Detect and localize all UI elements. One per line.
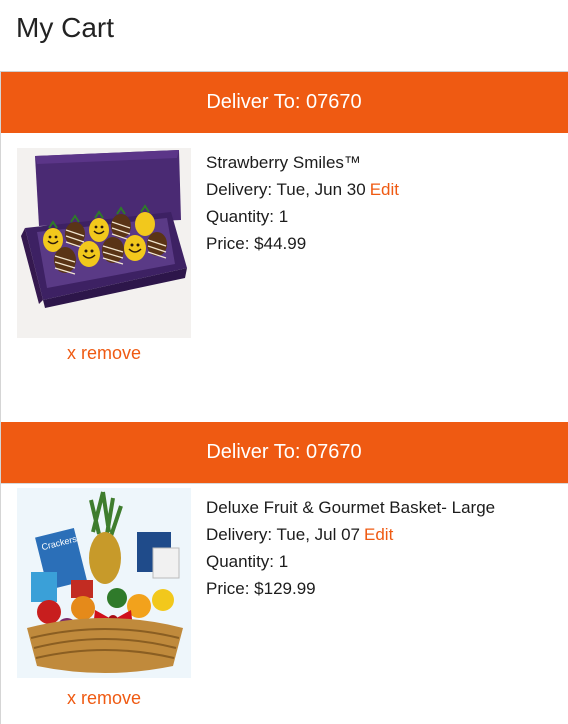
edit-delivery-link[interactable]: Edit [370,180,399,199]
cart-item: Crackers Deluxe Fruit & Gourmet Basket- … [0,484,568,717]
item-delivery: Delivery: Tue, Jul 07 Edit [206,521,495,548]
item-price: Price: $129.99 [206,579,316,598]
cart-page: My Cart Deliver To: 07670 Strawberry Smi… [0,0,568,724]
page-title: My Cart [16,12,114,43]
item-details: Deluxe Fruit & Gourmet Basket- Large Del… [206,494,495,602]
item-delivery: Delivery: Tue, Jun 30 Edit [206,176,399,203]
edit-delivery-link[interactable]: Edit [364,525,393,544]
deliver-to-banner: Deliver To: 07670 [0,422,568,483]
product-image-strawberry-smiles[interactable] [17,148,191,338]
item-quantity: Quantity: 1 [206,207,289,226]
item-name: Deluxe Fruit & Gourmet Basket- Large [206,498,496,517]
delivery-date: Delivery: Tue, Jun 30 [206,180,366,199]
deliver-to-label: Deliver To: 07670 [206,91,362,113]
remove-item-button[interactable]: x remove [17,343,191,364]
product-image-fruit-basket[interactable]: Crackers [17,488,191,678]
delivery-date: Delivery: Tue, Jul 07 [206,525,361,544]
cart-item: Strawberry Smiles™ Delivery: Tue, Jun 30… [0,133,568,422]
remove-item-button[interactable]: x remove [17,688,191,709]
deliver-to-label: Deliver To: 07670 [206,441,362,463]
deliver-to-banner: Deliver To: 07670 [0,72,568,133]
item-name: Strawberry Smiles™ [206,153,361,172]
item-details: Strawberry Smiles™ Delivery: Tue, Jun 30… [206,149,399,257]
item-price: Price: $44.99 [206,234,307,253]
page-header: My Cart [0,0,568,72]
item-quantity: Quantity: 1 [206,552,289,571]
